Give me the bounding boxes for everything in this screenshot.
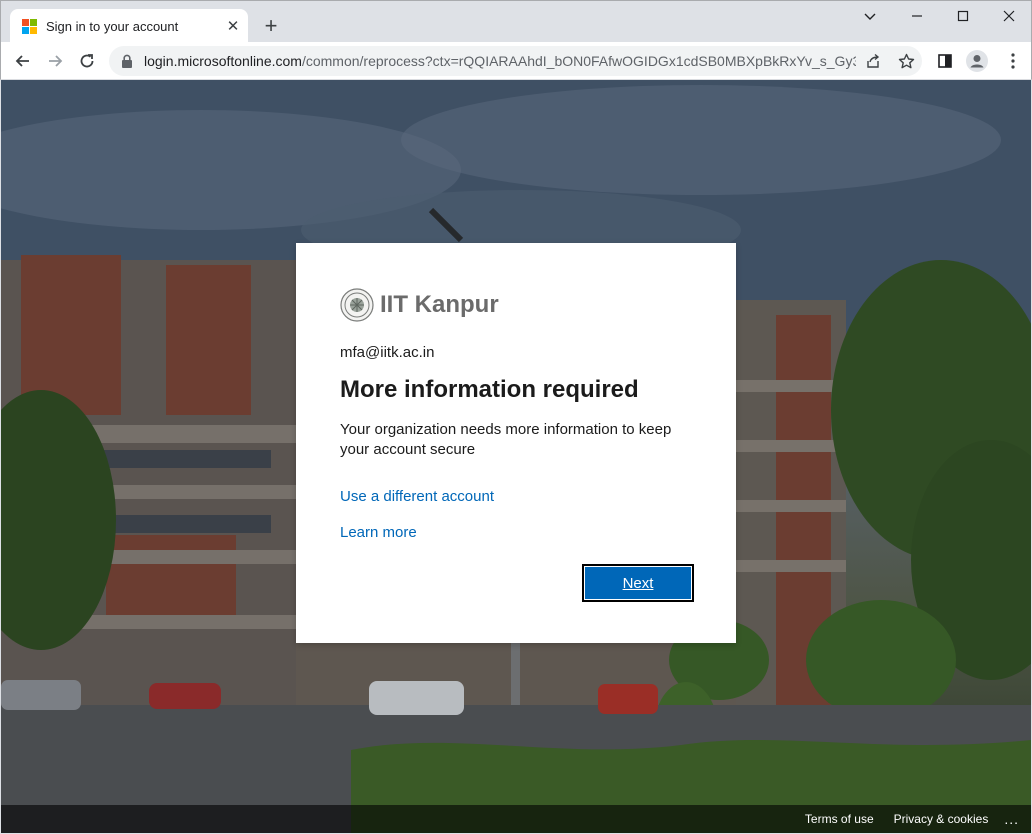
- new-tab-button[interactable]: +: [259, 14, 283, 38]
- info-message: Your organization needs more information…: [340, 421, 672, 458]
- minimize-button[interactable]: [905, 6, 929, 26]
- tab-title: Sign in to your account: [46, 19, 179, 34]
- more-options-button[interactable]: ...: [1004, 811, 1019, 827]
- use-different-account-link[interactable]: Use a different account: [340, 488, 494, 505]
- profile-icon[interactable]: [963, 47, 991, 75]
- iit-kanpur-seal-icon: [340, 288, 374, 322]
- sign-in-dialog: IIT Kanpur mfa@iitk.ac.in More informati…: [296, 243, 736, 643]
- account-identity: mfa@iitk.ac.in: [340, 344, 435, 361]
- page-footer: Terms of use Privacy & cookies ...: [1, 805, 1031, 833]
- org-name: IIT Kanpur: [380, 291, 499, 318]
- forward-arrow-icon[interactable]: [41, 47, 69, 75]
- close-window-button[interactable]: [997, 6, 1021, 26]
- back-arrow-icon[interactable]: [9, 47, 37, 75]
- browser-toolbar: login.microsoftonline.com/common/reproce…: [0, 42, 1032, 80]
- star-icon[interactable]: [896, 51, 916, 71]
- microsoft-logo-icon: [22, 19, 37, 34]
- maximize-button[interactable]: [951, 6, 975, 26]
- url-host: login.microsoftonline.com: [144, 53, 302, 69]
- lock-icon[interactable]: [121, 54, 133, 68]
- side-panel-icon[interactable]: [931, 47, 959, 75]
- more-vertical-icon[interactable]: [999, 47, 1027, 75]
- org-logo: IIT Kanpur: [340, 287, 499, 323]
- close-tab-icon[interactable]: ✕: [224, 17, 242, 35]
- privacy-cookies-link[interactable]: Privacy & cookies: [894, 812, 989, 826]
- learn-more-link[interactable]: Learn more: [340, 524, 417, 541]
- page-title: More information required: [340, 376, 639, 403]
- reload-icon[interactable]: [73, 47, 101, 75]
- browser-tab-strip: Sign in to your account ✕ +: [0, 0, 1032, 44]
- next-button[interactable]: Next: [582, 564, 694, 602]
- share-icon[interactable]: [863, 51, 883, 71]
- url-text: login.microsoftonline.com/common/reproce…: [144, 53, 856, 69]
- chevron-down-icon[interactable]: [858, 6, 882, 26]
- browser-tab[interactable]: Sign in to your account ✕: [10, 9, 248, 44]
- terms-of-use-link[interactable]: Terms of use: [805, 812, 874, 826]
- address-bar[interactable]: login.microsoftonline.com/common/reproce…: [109, 46, 922, 76]
- url-path: /common/reprocess?ctx=rQQIARAAhdI_bON0FA…: [301, 53, 856, 69]
- page-viewport: IIT Kanpur mfa@iitk.ac.in More informati…: [1, 80, 1031, 833]
